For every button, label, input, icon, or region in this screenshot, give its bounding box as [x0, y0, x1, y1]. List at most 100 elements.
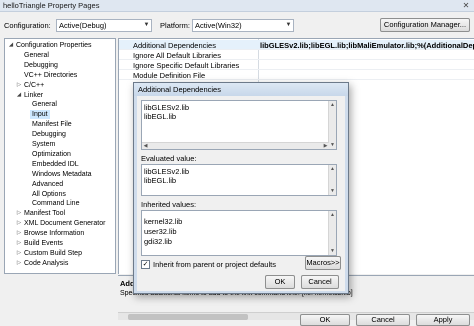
dialog-ok-button[interactable]: OK	[265, 275, 295, 289]
tree-toggle-icon[interactable]: ▷	[15, 249, 23, 258]
scroll-down-icon[interactable]: ▼	[329, 142, 336, 148]
tree-node-label: All Options	[32, 190, 66, 198]
tree-node-label: General	[24, 51, 49, 59]
tree-configuration-properties[interactable]: ◢ Configuration Properties	[5, 41, 115, 50]
tree-linker-system[interactable]: System	[5, 140, 115, 149]
tree-toggle-icon[interactable]: ◢	[15, 91, 23, 100]
configuration-manager-button[interactable]: Configuration Manager...	[380, 18, 470, 32]
tree-node-label: Configuration Properties	[16, 42, 92, 49]
tree-node-label: Windows Metadata	[32, 170, 92, 178]
tree-node-label: Custom Build Step	[24, 249, 82, 257]
close-icon[interactable]: ✕	[461, 1, 471, 10]
tree-node-label: Input	[30, 110, 50, 120]
evaluated-line: libGLESv2.lib	[144, 167, 190, 176]
tree-general[interactable]: General	[5, 51, 115, 60]
tree-linker[interactable]: ◢ Linker	[5, 91, 115, 100]
tree-linker-windows-metadata[interactable]: Windows Metadata	[5, 170, 115, 179]
edit-line: libEGL.lib	[144, 112, 177, 121]
tree-linker-embedded-idl[interactable]: Embedded IDL	[5, 160, 115, 169]
platform-select[interactable]: Active(Win32) ▼	[192, 19, 294, 32]
tree-debugging[interactable]: Debugging	[5, 61, 115, 70]
scroll-down-icon[interactable]: ▼	[329, 248, 336, 254]
additional-dependencies-dialog: Additional Dependencies libGLESv2.lib li…	[133, 82, 349, 294]
inherit-checkbox-label: Inherit from parent or project defaults	[153, 260, 276, 269]
cancel-button[interactable]: Cancel	[356, 314, 410, 326]
tree-node-label: Optimization	[32, 150, 71, 158]
tree-linker-general[interactable]: General	[5, 100, 115, 109]
inherited-line: kernel32.lib	[144, 217, 183, 226]
evaluated-value-box: libGLESv2.lib libEGL.lib ▲ ▼	[141, 164, 337, 196]
property-name: Additional Dependencies	[133, 41, 216, 50]
tree-linker-advanced[interactable]: Advanced	[5, 180, 115, 189]
property-value[interactable]: libGLESv2.lib;libEGL.lib;libMaliEmulator…	[260, 41, 474, 50]
ok-button[interactable]: OK	[300, 314, 350, 326]
property-tree: ◢ Configuration Properties General Debuggin…	[4, 38, 116, 274]
tree-build-events[interactable]: ▷ Build Events	[5, 239, 115, 248]
tree-toggle-icon[interactable]: ▷	[15, 81, 23, 90]
scroll-down-icon[interactable]: ▼	[329, 188, 336, 194]
property-row[interactable]: Ignore All Default Libraries	[119, 50, 474, 60]
horizontal-scrollbar[interactable]: ◀ ▶	[142, 142, 329, 149]
tree-node-label: XML Document Generator	[24, 220, 106, 228]
tree-toggle-icon[interactable]: ▷	[15, 229, 23, 238]
property-name: Ignore All Default Libraries	[133, 51, 221, 60]
dialog-body: libGLESv2.lib libEGL.lib ▲ ▼ ◀ ▶ Evaluat…	[137, 96, 345, 291]
dependencies-edit-box[interactable]: libGLESv2.lib libEGL.lib ▲ ▼ ◀ ▶	[141, 100, 337, 150]
tree-node-label: Debugging	[24, 61, 58, 69]
macros-button[interactable]: Macros>>	[305, 256, 341, 270]
window-title: helloTriangle Property Pages	[3, 1, 100, 10]
apply-button[interactable]: Apply	[416, 314, 470, 326]
tree-code-analysis[interactable]: ▷ Code Analysis	[5, 259, 115, 268]
tree-toggle-icon[interactable]: ◢	[7, 41, 15, 50]
scroll-left-icon[interactable]: ◀	[142, 143, 149, 149]
scrollbar-thumb[interactable]	[128, 314, 248, 320]
property-row[interactable]: Additional Dependencies libGLESv2.lib;lib…	[119, 40, 474, 50]
tree-node-label: Command Line	[32, 200, 80, 208]
tree-node-label: VC++ Directories	[24, 71, 78, 79]
tree-vc-directories[interactable]: VC++ Directories	[5, 71, 115, 80]
tree-node-label: Embedded IDL	[32, 160, 79, 168]
vertical-scrollbar[interactable]: ▲ ▼	[328, 211, 336, 255]
title-bar: helloTriangle Property Pages ✕	[0, 0, 474, 12]
scroll-up-icon[interactable]: ▲	[329, 102, 336, 108]
tree-linker-optimization[interactable]: Optimization	[5, 150, 115, 159]
inherit-checkbox[interactable]: ✓	[141, 260, 150, 269]
scroll-up-icon[interactable]: ▲	[329, 212, 336, 218]
vertical-scrollbar[interactable]: ▲ ▼	[328, 101, 336, 149]
tree-node-label: Manifest File	[32, 121, 72, 129]
tree-toggle-icon[interactable]: ▷	[15, 239, 23, 248]
tree-custom-build-step[interactable]: ▷ Custom Build Step	[5, 249, 115, 258]
tree-c-cpp[interactable]: ▷ C/C++	[5, 81, 115, 90]
tree-linker-manifest-file[interactable]: Manifest File	[5, 120, 115, 129]
scroll-up-icon[interactable]: ▲	[329, 166, 336, 172]
edit-line: libGLESv2.lib	[144, 103, 190, 112]
tree-toggle-icon[interactable]: ▷	[15, 259, 23, 268]
configuration-toolbar: Configuration: Active(Debug) ▼ Platform:…	[0, 12, 474, 38]
tree-linker-all-options[interactable]: All Options	[5, 190, 115, 199]
tree-manifest-tool[interactable]: ▷ Manifest Tool	[5, 209, 115, 218]
tree-toggle-icon[interactable]: ▷	[15, 219, 23, 228]
tree-node-label: Build Events	[24, 240, 63, 247]
tree-toggle-icon[interactable]: ▷	[15, 209, 23, 218]
tree-node-label: System	[32, 141, 56, 148]
configuration-value: Active(Debug)	[59, 21, 107, 30]
tree-xml-document-generator[interactable]: ▷ XML Document Generator	[5, 219, 115, 228]
dialog-cancel-button[interactable]: Cancel	[301, 275, 339, 289]
tree-linker-input[interactable]: Input	[5, 110, 115, 120]
scroll-right-icon[interactable]: ▶	[322, 143, 329, 149]
configuration-label: Configuration:	[4, 21, 51, 30]
property-row[interactable]: Ignore Specific Default Libraries	[119, 60, 474, 70]
evaluated-value-label: Evaluated value:	[141, 154, 197, 163]
configuration-select[interactable]: Active(Debug) ▼	[56, 19, 152, 32]
vertical-scrollbar[interactable]: ▲ ▼	[328, 165, 336, 195]
property-name: Ignore Specific Default Libraries	[133, 61, 240, 70]
tree-linker-debugging[interactable]: Debugging	[5, 130, 115, 139]
tree-browse-information[interactable]: ▷ Browse Information	[5, 229, 115, 238]
dialog-title: Additional Dependencies	[138, 85, 221, 94]
tree-node-label: Linker	[24, 91, 44, 99]
platform-value: Active(Win32)	[195, 21, 242, 30]
property-row[interactable]: Module Definition File	[119, 70, 474, 80]
inherited-values-label: Inherited values:	[141, 200, 197, 209]
tree-linker-command-line[interactable]: Command Line	[5, 199, 115, 208]
chevron-down-icon: ▼	[285, 22, 292, 28]
